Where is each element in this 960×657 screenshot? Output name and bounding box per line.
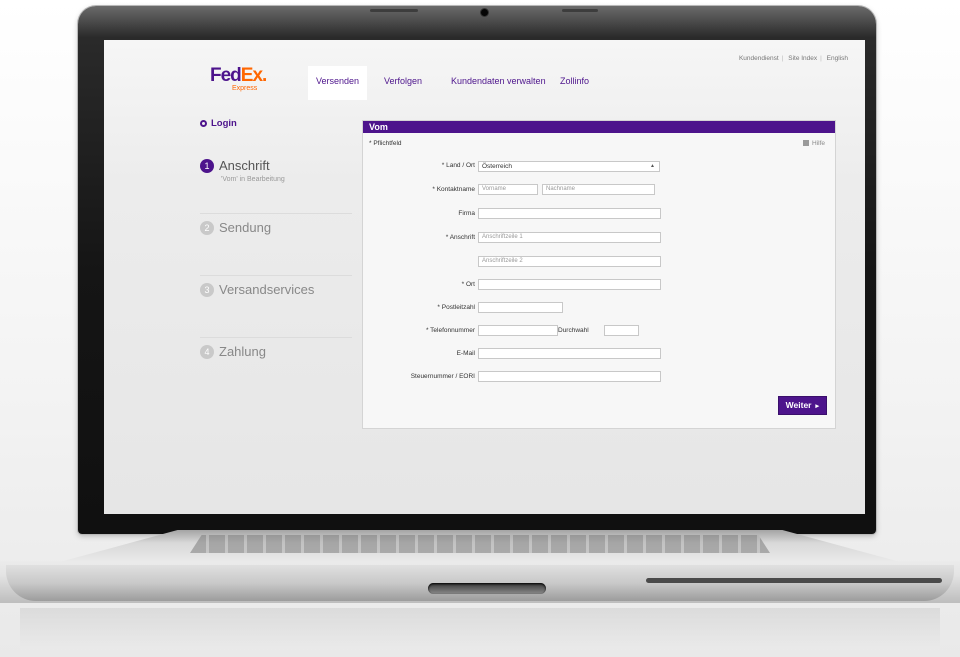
address-label: * Anschrift <box>445 234 475 241</box>
login-label: Login <box>211 118 237 129</box>
utility-link-kundendienst[interactable]: Kundendienst <box>739 55 779 62</box>
extension-label: Durchwahl <box>558 327 589 334</box>
utility-link-site-index[interactable]: Site Index <box>788 55 817 62</box>
company-label: Firma <box>458 210 475 217</box>
utility-links: Kundendienst | Site Index | English <box>736 55 851 62</box>
email-input[interactable] <box>478 348 661 359</box>
logo-sub-text: Express <box>232 85 258 92</box>
company-input[interactable] <box>478 208 661 219</box>
step-versandservices[interactable]: 3 Versandservices <box>200 282 314 297</box>
utility-separator: | <box>820 55 822 62</box>
address-line1-input[interactable]: Anschriftzeile 1 <box>478 232 661 243</box>
webcam-icon <box>481 9 488 16</box>
optical-drive-slot <box>646 578 942 583</box>
step-number-icon: 1 <box>200 159 214 173</box>
divider <box>200 213 352 214</box>
postal-code-input[interactable] <box>478 302 563 313</box>
nav-tab-verfolgen[interactable]: Verfolgen <box>384 76 422 86</box>
help-link[interactable]: Hilfe <box>802 140 825 147</box>
utility-separator: | <box>781 55 784 62</box>
last-name-input[interactable]: Nachname <box>542 184 655 195</box>
login-link[interactable]: Login <box>200 118 237 129</box>
step-anschrift[interactable]: 1 Anschrift <box>200 158 270 173</box>
arrow-right-icon: ▸ <box>815 403 819 410</box>
tax-number-label: Steuernummer / EORI <box>410 373 475 380</box>
step-label: Versandservices <box>219 282 315 297</box>
login-bullet-icon <box>200 120 207 127</box>
panel-header: Vom <box>363 121 835 133</box>
postal-code-label: * Postleitzahl <box>437 304 475 311</box>
divider <box>200 275 352 276</box>
reflection <box>20 608 940 648</box>
fedex-web-page: FedEx. Express Versenden Verfolgen Kunde… <box>104 40 865 514</box>
help-icon <box>802 140 809 146</box>
extension-input[interactable] <box>604 325 639 336</box>
step-label: Sendung <box>219 220 272 235</box>
step-zahlung[interactable]: 4 Zahlung <box>200 344 266 359</box>
lid-edge-mark <box>562 9 598 12</box>
step-label: Zahlung <box>219 344 266 359</box>
contact-name-label: * Kontaktname <box>432 186 475 193</box>
country-value: Österreich <box>482 163 512 170</box>
fedex-logo[interactable]: FedEx. Express <box>210 65 267 92</box>
panel-title: Vom <box>369 122 388 132</box>
step-number-icon: 2 <box>200 221 214 235</box>
lid-edge-mark <box>370 9 418 12</box>
tax-number-input[interactable] <box>478 371 661 382</box>
logo-dot: . <box>262 65 267 86</box>
email-label: E-Mail <box>456 350 475 357</box>
phone-label: * Telefonnummer <box>425 327 475 334</box>
step-sendung[interactable]: 2 Sendung <box>200 220 271 235</box>
weiter-button[interactable]: Weiter ▸ <box>777 396 827 415</box>
divider <box>200 337 352 338</box>
step-label: Anschrift <box>219 158 270 173</box>
city-input[interactable] <box>478 279 661 290</box>
step-number-icon: 3 <box>200 283 214 297</box>
lid-latch <box>428 583 546 594</box>
sender-form-panel: Vom * Pflichtfeld Hilfe * Land / Ort Öst… <box>362 120 836 429</box>
help-label: Hilfe <box>811 140 825 147</box>
utility-link-english[interactable]: English <box>827 55 848 62</box>
first-name-input[interactable]: Vorname <box>478 184 538 195</box>
logo-ex-text: Ex <box>240 65 263 86</box>
step-number-icon: 4 <box>200 345 214 359</box>
nav-tab-zollinfo[interactable]: Zollinfo <box>560 76 589 86</box>
nav-tab-kundendaten[interactable]: Kundendaten verwalten <box>451 76 546 86</box>
select-arrows-icon: ▲ <box>650 163 655 169</box>
phone-input[interactable] <box>478 325 558 336</box>
country-label: * Land / Ort <box>441 162 475 169</box>
keyboard <box>190 535 770 553</box>
city-label: * Ort <box>461 281 475 288</box>
laptop-screen: FedEx. Express Versenden Verfolgen Kunde… <box>104 40 865 514</box>
step-status-text: 'Vom' in Bearbeitung <box>221 176 285 183</box>
weiter-label: Weiter <box>785 400 812 410</box>
country-select[interactable]: Österreich ▲ <box>478 161 660 172</box>
address-line2-input[interactable]: Anschriftzeile 2 <box>478 256 661 267</box>
required-note: * Pflichtfeld <box>369 140 402 147</box>
nav-tab-versenden[interactable]: Versenden <box>308 66 368 100</box>
logo-fed-text: Fed <box>210 65 242 86</box>
